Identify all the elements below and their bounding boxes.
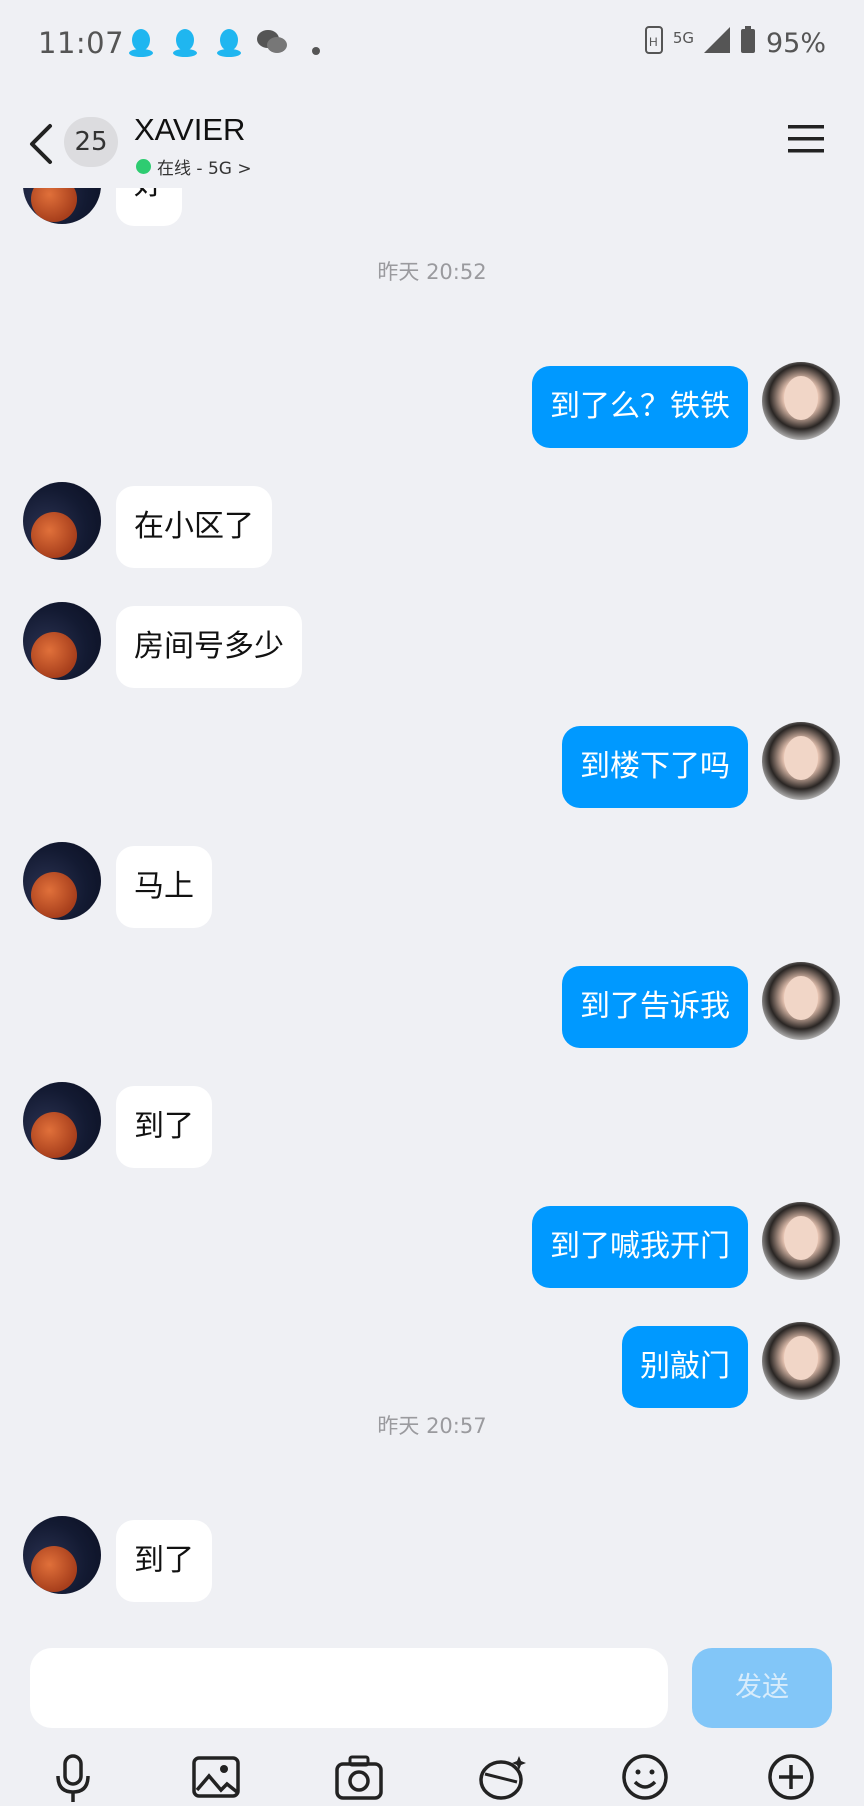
contact-name[interactable]: XAVIER (134, 112, 245, 148)
unread-count-badge[interactable]: 25 (64, 117, 118, 167)
message-list[interactable]: 好 昨天 20:52 到了么？铁铁 在小区了 房间号多少 到楼下了吗 马上 到了… (0, 170, 864, 1636)
composer-toolbar (0, 1752, 864, 1802)
qq-icon (128, 28, 154, 62)
qq-icon (216, 28, 242, 62)
battery-icon (740, 26, 756, 61)
outgoing-message[interactable]: 到了么？铁铁 (532, 366, 748, 448)
composer: 发送 (0, 1636, 864, 1802)
online-status-text: 在线 - 5G > (157, 159, 252, 179)
timestamp: 昨天 20:52 (377, 260, 487, 284)
incoming-message[interactable]: 到了 (116, 1520, 212, 1602)
plus-icon[interactable] (766, 1752, 816, 1802)
svg-text:H: H (649, 35, 658, 49)
contact-avatar[interactable] (23, 602, 101, 680)
image-icon[interactable] (191, 1752, 241, 1802)
menu-icon[interactable] (788, 124, 824, 154)
send-button[interactable]: 发送 (692, 1648, 832, 1728)
message-input[interactable] (30, 1648, 668, 1728)
emoji-icon[interactable] (620, 1752, 670, 1802)
signal-icon (703, 27, 730, 60)
clock: 11:07 (38, 26, 125, 60)
outgoing-message[interactable]: 到了告诉我 (562, 966, 748, 1048)
incoming-message[interactable]: 在小区了 (116, 486, 272, 568)
outgoing-message[interactable]: 到了喊我开门 (532, 1206, 748, 1288)
contact-avatar[interactable] (23, 1516, 101, 1594)
status-right: H 5G 95% (644, 26, 826, 61)
incoming-message[interactable]: 马上 (116, 846, 212, 928)
my-avatar[interactable] (762, 362, 840, 440)
more-notifications-dot (312, 40, 320, 59)
my-avatar[interactable] (762, 962, 840, 1040)
my-avatar[interactable] (762, 1202, 840, 1280)
red-packet-icon[interactable] (477, 1752, 527, 1802)
outgoing-message[interactable]: 到楼下了吗 (562, 726, 748, 808)
my-avatar[interactable] (762, 722, 840, 800)
qq-icon (172, 28, 198, 62)
camera-icon[interactable] (334, 1752, 384, 1802)
battery-percent: 95% (765, 28, 826, 59)
back-icon[interactable] (26, 122, 56, 166)
sim-icon: H (644, 26, 663, 61)
mic-icon[interactable] (48, 1752, 98, 1802)
chat-header: 25 XAVIER 在线 - 5G > (0, 92, 864, 188)
online-dot-icon (136, 159, 151, 174)
timestamp: 昨天 20:57 (377, 1414, 487, 1438)
wechat-icon (256, 28, 288, 60)
contact-avatar[interactable] (23, 482, 101, 560)
online-status[interactable]: 在线 - 5G > (136, 154, 252, 179)
contact-avatar[interactable] (23, 842, 101, 920)
network-label: 5G (672, 28, 694, 47)
incoming-message[interactable]: 房间号多少 (116, 606, 302, 688)
status-bar: 11:07 H 5G 95% (0, 0, 864, 92)
outgoing-message[interactable]: 别敲门 (622, 1326, 748, 1408)
my-avatar[interactable] (762, 1322, 840, 1400)
contact-avatar[interactable] (23, 1082, 101, 1160)
incoming-message[interactable]: 到了 (116, 1086, 212, 1168)
